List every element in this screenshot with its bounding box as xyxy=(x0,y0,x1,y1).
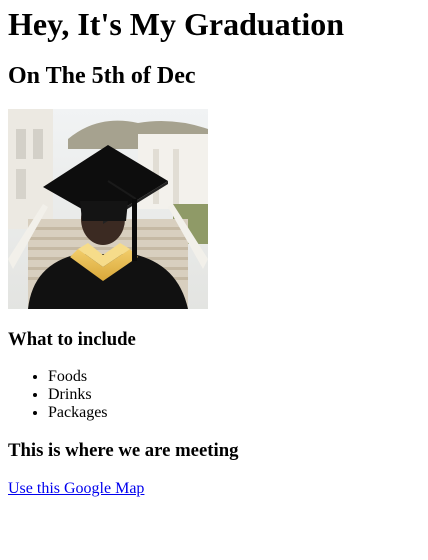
page-title: Hey, It's My Graduation xyxy=(8,6,345,42)
meeting-section-title: This is where we are meeting xyxy=(8,440,239,461)
list-item: Packages xyxy=(48,404,420,422)
event-date-subtitle: On The 5th of Dec xyxy=(8,63,196,89)
graduation-photo xyxy=(8,109,208,309)
google-map-link[interactable]: Use this Google Map xyxy=(8,480,144,498)
list-item: Foods xyxy=(48,368,420,386)
page-content: Hey, It's My Graduation On The 5th of De… xyxy=(0,0,428,498)
include-list: Foods Drinks Packages xyxy=(8,368,420,422)
include-section-title: What to include xyxy=(8,329,136,350)
list-item: Drinks xyxy=(48,386,420,404)
